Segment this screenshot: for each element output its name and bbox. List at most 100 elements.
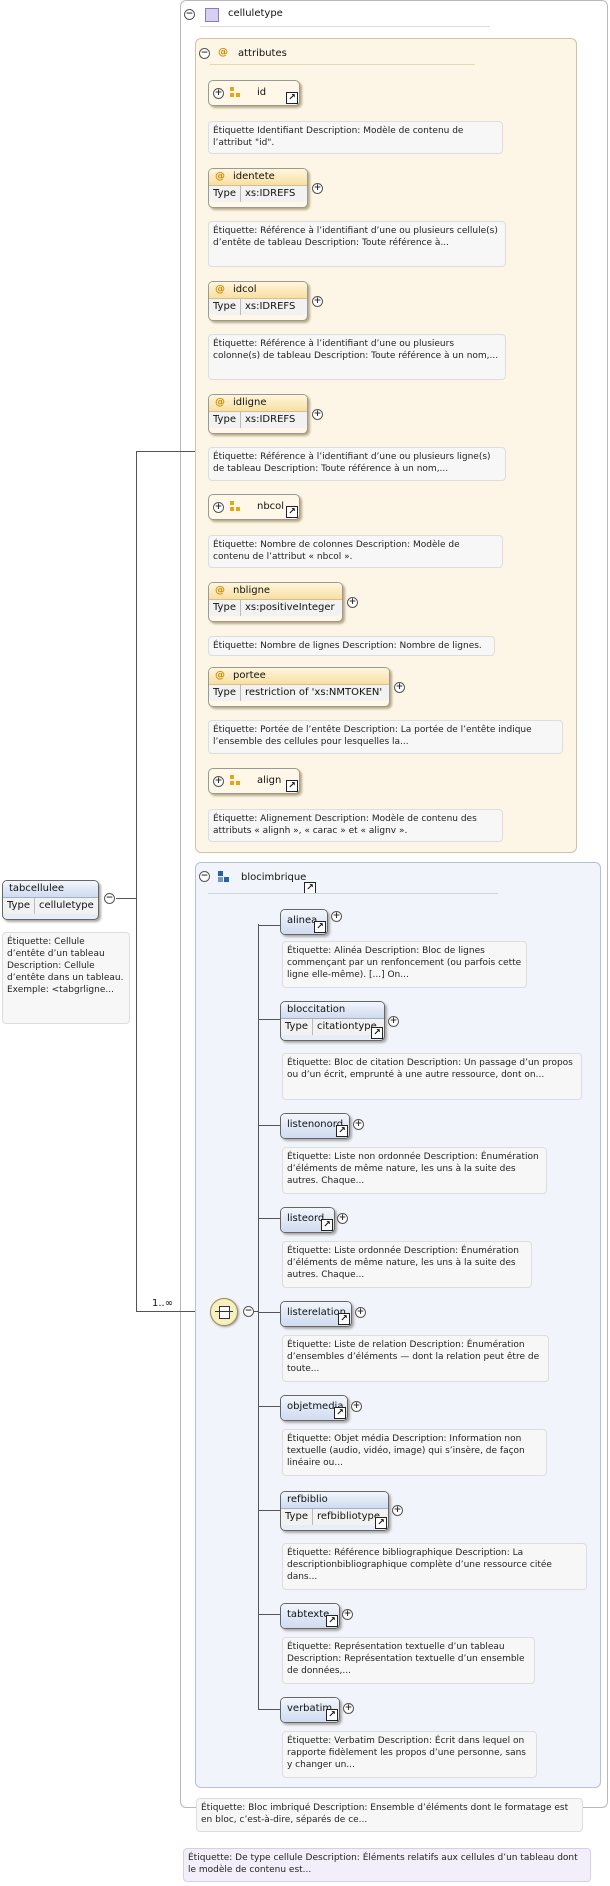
expand-toggle[interactable]: + [355,1307,366,1318]
connector-line [258,1125,280,1126]
attribute-icon: @ [215,397,225,408]
attribute-group-icon [230,775,241,786]
link-arrow-icon[interactable]: ↗ [286,92,298,104]
choice-element-listenonord[interactable]: listenonord ↗ [280,1113,350,1139]
type-key: Type [209,299,241,315]
annotation-note: Étiquette: Référence à l’identifiant d’u… [208,334,506,380]
expand-toggle[interactable]: + [213,776,224,787]
attribute-icon: @ [215,171,225,182]
annotation-note: Étiquette: Alinéa Description: Bloc de l… [282,941,527,988]
collapse-toggle[interactable]: − [199,48,210,59]
connector-line [258,1019,280,1020]
connector-line [258,1312,280,1313]
choice-compositor-icon[interactable] [210,1298,238,1326]
type-key: Type [209,685,241,701]
expand-toggle[interactable]: + [388,1016,399,1027]
choice-element-tabtexte[interactable]: tabtexte ↗ [280,1603,340,1629]
link-arrow-icon[interactable]: ↗ [326,1709,338,1721]
expand-toggle[interactable]: + [213,502,224,513]
root-element-note: Étiquette: Cellule d’entête d’un tableau… [2,932,130,1024]
collapse-toggle[interactable]: − [184,9,195,20]
annotation-note: Étiquette: Liste de relation Description… [282,1335,549,1382]
connector-line [258,1406,280,1407]
expand-toggle[interactable]: + [331,911,342,922]
attribute-icon: @ [215,284,225,295]
element-name: tabcellulee [3,881,98,898]
type-key: Type [3,898,35,914]
attribute-identete[interactable]: @ identete Type xs:IDREFS [208,168,308,208]
attribute-icon: @ [215,670,225,681]
link-arrow-icon[interactable]: ↗ [375,1517,387,1529]
connector-line [258,1709,280,1710]
annotation-note: Étiquette: Liste ordonnée Description: É… [282,1241,532,1288]
link-arrow-icon[interactable]: ↗ [321,1219,333,1231]
choice-element-verbatim[interactable]: verbatim ↗ [280,1697,340,1723]
type-value: refbibliotype [316,1511,381,1522]
choice-element-listeord[interactable]: listeord ↗ [280,1207,335,1233]
link-arrow-icon[interactable]: ↗ [336,1125,348,1137]
complex-type-note: Étiquette: De type cellule Description: … [183,1848,591,1882]
type-value: xs:IDREFS [244,301,296,312]
expand-toggle[interactable]: + [353,1119,364,1130]
attribute-portee[interactable]: @ portee Type restriction of 'xs:NMTOKEN' [208,667,390,707]
annotation-note: Étiquette: Liste non ordonnée Descriptio… [282,1147,547,1194]
annotation-note: Étiquette: Bloc de citation Description:… [282,1053,582,1100]
expand-toggle[interactable]: + [394,682,405,693]
collapse-toggle[interactable]: − [199,871,210,882]
attributes-group-label: attributes [238,48,287,59]
attribute-icon: @ [215,585,225,596]
expand-toggle[interactable]: + [312,296,323,307]
expand-toggle[interactable]: + [392,1505,403,1516]
element-name: refbiblio [281,1492,388,1509]
link-arrow-icon[interactable]: ↗ [326,1615,338,1627]
annotation-note: Étiquette: Portée de l’entête Descriptio… [208,720,563,754]
expand-toggle[interactable]: + [343,1703,354,1714]
choice-element-refbiblio[interactable]: refbiblio Type refbibliotype ↗ [280,1491,389,1531]
root-element-tabcellulee[interactable]: tabcellulee Type celluletype [2,880,99,920]
connector-line [116,898,136,899]
choice-element-listerelation[interactable]: listerelation ↗ [280,1301,352,1327]
link-arrow-icon[interactable]: ↗ [314,921,326,933]
choice-group-note: Étiquette: Bloc imbriqué Description: En… [196,1798,583,1832]
expand-toggle[interactable]: + [351,1401,362,1412]
choice-group-name: blocimbrique [241,872,307,883]
collapse-toggle[interactable]: − [243,1306,254,1317]
expand-toggle[interactable]: + [347,597,358,608]
attribute-nbligne[interactable]: @ nbligne Type xs:positiveInteger [208,582,343,622]
link-arrow-icon[interactable]: ↗ [371,1027,383,1039]
collapse-toggle[interactable]: − [104,893,115,904]
link-arrow-icon[interactable]: ↗ [286,780,298,792]
cardinality-label: 1..∞ [152,1298,174,1309]
attribute-idcol[interactable]: @ idcol Type xs:IDREFS [208,281,308,321]
connector-line [258,925,280,926]
link-arrow-icon[interactable]: ↗ [286,506,298,518]
attribute-group-nbcol[interactable]: + nbcol ↗ [208,494,300,520]
link-arrow-icon[interactable]: ↗ [334,1407,346,1419]
attribute-name: idcol [233,284,257,295]
connector-line [258,924,259,1710]
connector-line [258,1614,280,1615]
attribute-group-align[interactable]: + align ↗ [208,768,300,794]
expand-toggle[interactable]: + [213,88,224,99]
group-icon [218,871,230,883]
type-value: xs:positiveInteger [244,602,335,613]
link-arrow-icon[interactable]: ↗ [338,1313,350,1325]
choice-element-objetmedia[interactable]: objetmedia ↗ [280,1395,348,1421]
connector-line [258,1218,280,1219]
choice-element-alinea[interactable]: alinea ↗ [280,909,328,935]
annotation-note: Étiquette: Alignement Description: Modèl… [208,809,503,842]
annotation-note: Étiquette: Référence bibliographique Des… [282,1543,587,1590]
choice-element-bloccitation[interactable]: bloccitation Type citationtype ↗ [280,1001,385,1041]
attribute-group-id[interactable]: + id ↗ [208,80,300,106]
attribute-name: identete [233,171,275,182]
attribute-idligne[interactable]: @ idligne Type xs:IDREFS [208,394,308,434]
complex-type-title: celluletype [228,8,283,19]
type-key: Type [209,412,241,428]
expand-toggle[interactable]: + [337,1213,348,1224]
attribute-name: portee [233,670,266,681]
expand-toggle[interactable]: + [342,1609,353,1620]
expand-toggle[interactable]: + [312,183,323,194]
complex-type-icon [205,8,219,22]
expand-toggle[interactable]: + [312,409,323,420]
attribute-group-name: id [257,87,267,98]
